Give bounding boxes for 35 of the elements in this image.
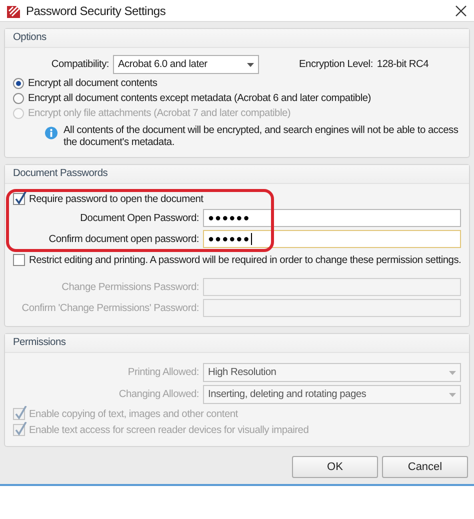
group-title: Permissions bbox=[5, 334, 469, 353]
checkbox-label: Enable copying of text, images and other content bbox=[29, 408, 238, 420]
dropdown-caret-icon bbox=[449, 392, 456, 396]
info-icon bbox=[45, 125, 58, 141]
window-title: Password Security Settings bbox=[26, 4, 167, 18]
group-title: Document Passwords bbox=[5, 165, 469, 184]
dialog-button[interactable]: OK bbox=[292, 456, 378, 478]
radio-label: Encrypt only file attachments (Acrobat 7 and later compatible) bbox=[28, 108, 291, 119]
field-label: Printing Allowed: bbox=[126, 367, 199, 378]
close-icon[interactable] bbox=[454, 4, 468, 18]
field-label: Compatibility: bbox=[50, 59, 109, 70]
password-field[interactable]: ●●●●●● bbox=[203, 230, 461, 248]
radio-label: Encrypt all document contents bbox=[28, 78, 158, 89]
checkbox-label: Require password to open the document bbox=[29, 194, 204, 204]
info-text: All contents of the document will be encrypted, and search engines will not be able to access the document's metadata. bbox=[64, 125, 460, 149]
encryption-level-label: Encryption Level: bbox=[299, 59, 373, 70]
password-field[interactable]: ●●●●●● bbox=[203, 209, 461, 227]
group-title: Options bbox=[5, 29, 469, 48]
checkbox-label: Restrict editing and printing. A password will be required in order to change these permission settings. bbox=[29, 254, 462, 266]
checkbox[interactable] bbox=[13, 193, 25, 205]
radio-label: Encrypt all document contents except metadata (Acrobat 6 and later compatible) bbox=[28, 93, 371, 104]
field-label: Change Permissions Password: bbox=[60, 282, 199, 292]
compatibility-dropdown[interactable]: Acrobat 6.0 and later bbox=[113, 55, 259, 74]
field-label: Document Open Password: bbox=[79, 212, 199, 224]
dropdown-caret-icon bbox=[449, 370, 456, 374]
encryption-level-value: 128-bit RC4 bbox=[376, 59, 429, 70]
checkbox-label: Enable text access for screen reader devices for visually impaired bbox=[29, 424, 309, 436]
field-label: Confirm document open password: bbox=[48, 234, 199, 244]
radio-button[interactable] bbox=[13, 93, 24, 104]
radio-button[interactable] bbox=[13, 78, 24, 89]
dropdown-caret-icon bbox=[247, 62, 254, 66]
dialog-button[interactable]: Cancel bbox=[382, 456, 468, 478]
field-label: Confirm 'Change Permissions' Password: bbox=[20, 302, 199, 314]
checkbox[interactable] bbox=[13, 254, 25, 266]
field-label: Changing Allowed: bbox=[118, 389, 199, 400]
